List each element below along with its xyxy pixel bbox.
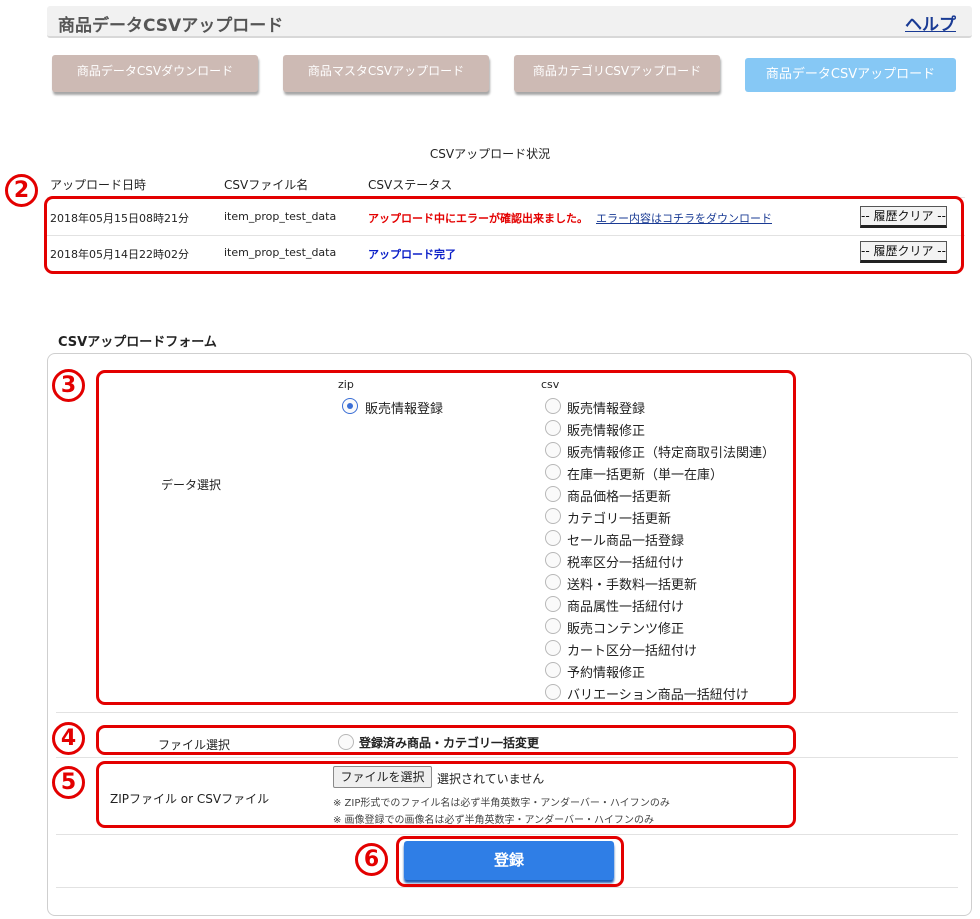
- column-header-datetime: アップロード日時: [50, 178, 147, 192]
- tab-item-category-upload[interactable]: 商品カテゴリCSVアップロード: [514, 55, 720, 92]
- column-header-status: CSVステータス: [368, 178, 453, 192]
- form-title: CSVアップロードフォーム: [58, 335, 217, 350]
- column-header-filename: CSVファイル名: [224, 178, 309, 192]
- annotation-badge-5: 5: [52, 766, 85, 799]
- help-link[interactable]: ヘルプ: [905, 10, 956, 35]
- annotation-badge-6: 6: [355, 843, 388, 876]
- annotation-badge-4: 4: [52, 722, 85, 755]
- tab-item-data-upload[interactable]: 商品データCSVアップロード: [745, 58, 956, 92]
- divider: [56, 887, 958, 888]
- status-title: CSVアップロード状況: [429, 147, 551, 161]
- page-title: 商品データCSVアップロード: [58, 16, 284, 36]
- annotation-box-2: [44, 196, 964, 274]
- annotation-box-4: [96, 725, 796, 755]
- divider: [56, 834, 958, 835]
- annotation-box-3: [96, 370, 796, 705]
- annotation-badge-3: 3: [52, 369, 85, 402]
- annotation-box-5: [96, 761, 796, 828]
- annotation-badge-2: 2: [5, 174, 38, 207]
- tab-item-data-download[interactable]: 商品データCSVダウンロード: [52, 55, 258, 92]
- divider: [56, 712, 958, 713]
- divider: [56, 757, 958, 758]
- header-bar: 商品データCSVアップロード ヘルプ: [47, 6, 972, 38]
- annotation-box-6: [396, 836, 624, 887]
- tab-item-master-upload[interactable]: 商品マスタCSVアップロード: [283, 55, 489, 92]
